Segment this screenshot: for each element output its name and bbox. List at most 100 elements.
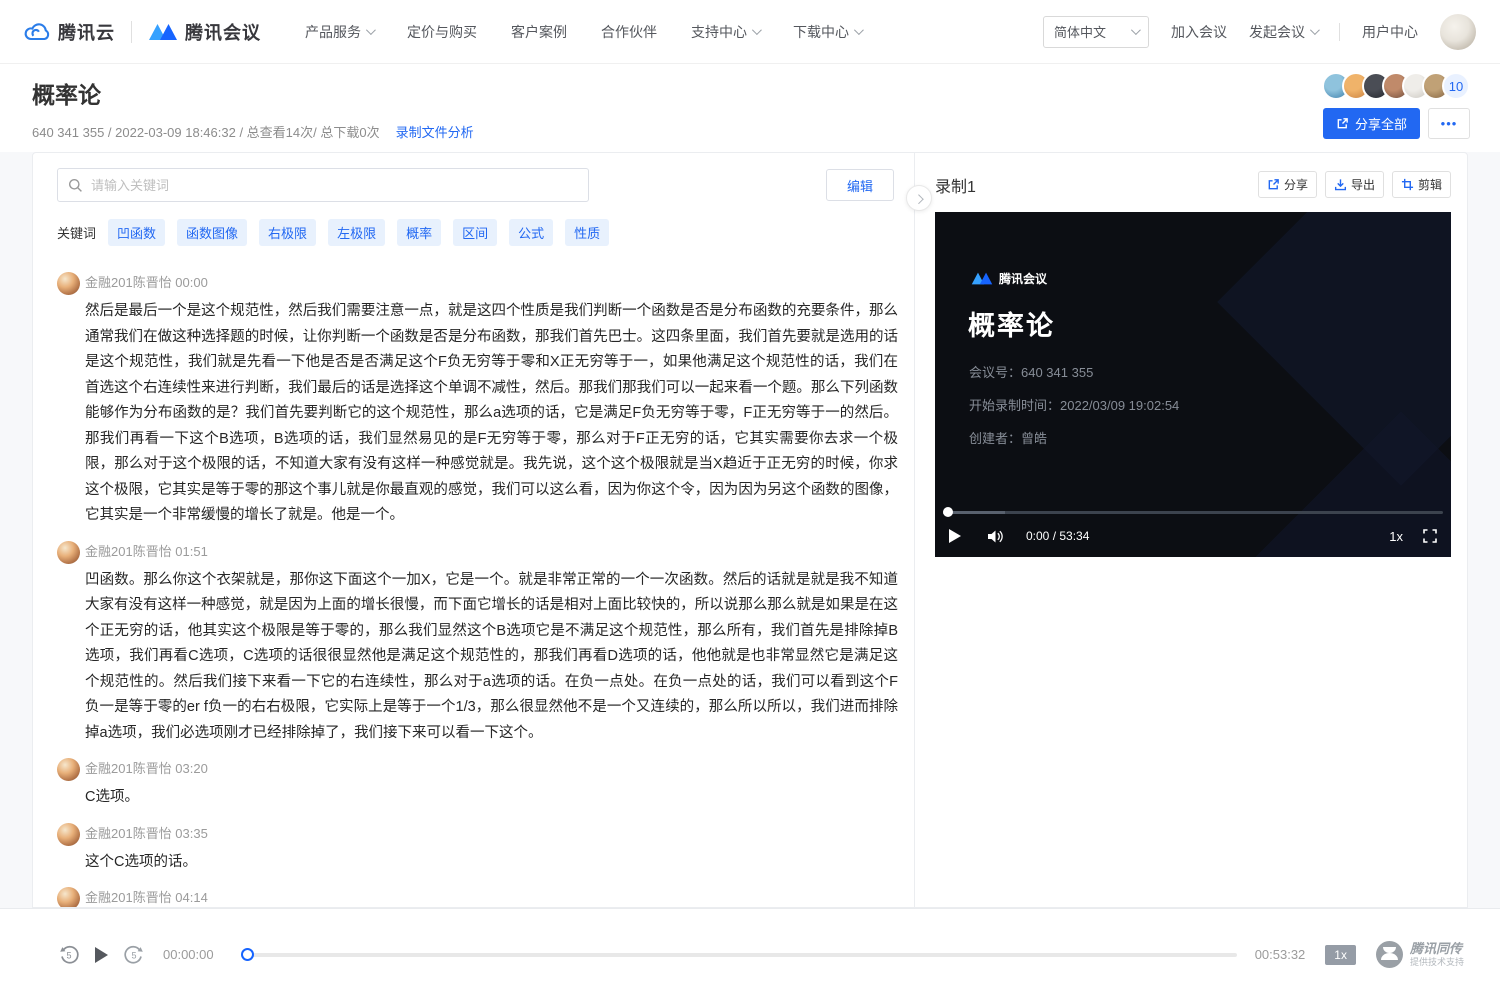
- nav-menu-item-label: 定价与购买: [407, 22, 477, 42]
- transcript-text: C选项。: [85, 785, 898, 811]
- video-progress-handle[interactable]: [943, 507, 953, 517]
- page: 腾讯云 腾讯会议 产品服务定价与购买客户案例合作伙伴支持中心下载中心 简体中文 …: [0, 0, 1500, 1000]
- edit-keywords-button[interactable]: 编辑: [826, 169, 894, 201]
- share-all-button[interactable]: 分享全部: [1323, 108, 1420, 139]
- rewind-5-icon[interactable]: 5: [58, 944, 80, 966]
- video-meta-line: 会议号：640 341 355: [969, 362, 1179, 381]
- nav-menu-item[interactable]: 下载中心: [793, 22, 861, 42]
- keyword-tag[interactable]: 右极限: [259, 219, 316, 246]
- player-progress-handle[interactable]: [241, 948, 254, 961]
- keyword-tag[interactable]: 概率: [397, 219, 441, 246]
- clip-icon: [1401, 178, 1414, 191]
- nav-menu-item-label: 支持中心: [691, 22, 747, 42]
- start-meeting-link[interactable]: 发起会议: [1249, 22, 1317, 42]
- share-button[interactable]: 分享: [1258, 171, 1317, 198]
- page-header: 概率论 640 341 355 / 2022-03-09 18:46:32 / …: [0, 64, 1500, 152]
- video-time-display: 0:00 / 53:34: [1026, 529, 1089, 543]
- recording-meta-text: 640 341 355 / 2022-03-09 18:46:32 / 总查看1…: [32, 122, 380, 141]
- keyword-tag[interactable]: 凹函数: [108, 219, 165, 246]
- viewer-avatar-stack[interactable]: 10: [1322, 72, 1470, 100]
- player-speed-button[interactable]: 1x: [1325, 945, 1356, 965]
- brand-name: 腾讯同传: [1410, 942, 1464, 957]
- header-right-group: 10 分享全部 •••: [1322, 72, 1470, 139]
- transcript-entry[interactable]: 金融201陈晋怡 00:00 然后是最后一个是这个规范性，然后我们需要注意一点，就…: [57, 271, 898, 529]
- join-meeting-link[interactable]: 加入会议: [1171, 22, 1227, 42]
- tencent-cloud-logo[interactable]: 腾讯云: [24, 19, 115, 45]
- video-progress-track[interactable]: [943, 511, 1443, 514]
- transcript-text: 凹函数。那么你这个衣架就是，那你这下面这个一加X，它是一个。就是非常正常的一个一…: [85, 568, 898, 747]
- tencent-meeting-logo-text: 腾讯会议: [185, 19, 261, 45]
- search-box[interactable]: [57, 168, 589, 202]
- transcript-entry[interactable]: 金融201陈晋怡 03:35这个C选项的话。: [57, 822, 898, 876]
- player-progress-track[interactable]: [241, 953, 1237, 957]
- tencent-cloud-icon: [24, 21, 51, 43]
- language-select[interactable]: 简体中文: [1043, 16, 1149, 48]
- search-input[interactable]: [91, 178, 578, 193]
- recording-action-buttons: 分享 导出剪辑: [1258, 171, 1451, 198]
- video-progress-bar[interactable]: [943, 507, 1443, 517]
- nav-menu-item[interactable]: 合作伙伴: [601, 22, 657, 42]
- more-options-button[interactable]: •••: [1428, 108, 1470, 139]
- brand-subtitle: 提供技术支持: [1410, 957, 1464, 967]
- tencent-meeting-icon: [971, 271, 993, 286]
- nav-menu-item[interactable]: 支持中心: [691, 22, 759, 42]
- page-title: 概率论: [32, 76, 1468, 110]
- video-play-button[interactable]: [949, 529, 961, 543]
- video-meta-line: 创建者：曾皓: [969, 428, 1179, 447]
- keyword-tag[interactable]: 性质: [565, 219, 609, 246]
- tencent-cloud-logo-text: 腾讯云: [58, 19, 115, 45]
- video-brand-text: 腾讯会议: [999, 270, 1047, 287]
- video-player[interactable]: 腾讯会议 概率论 会议号：640 341 355开始录制时间：2022/03/0…: [935, 212, 1451, 557]
- user-center-link[interactable]: 用户中心: [1362, 22, 1418, 42]
- video-controls: 0:00 / 53:34 1x: [949, 523, 1437, 549]
- tencent-simultaneous-logo-icon: [1376, 941, 1403, 968]
- player-current-time: 00:00:00: [163, 947, 225, 962]
- video-speed-button[interactable]: 1x: [1389, 529, 1403, 544]
- play-button[interactable]: [95, 947, 108, 963]
- language-select-value: 简体中文: [1054, 22, 1106, 41]
- speaker-name-time: 金融201陈晋怡 00:00: [85, 271, 898, 295]
- video-meta: 会议号：640 341 355 开始录制时间：2022/03/09 19:02:5…: [969, 362, 1179, 461]
- avatar-count-badge: 10: [1442, 72, 1470, 100]
- chevron-down-icon: [366, 25, 376, 35]
- forward-5-icon[interactable]: 5: [123, 944, 145, 966]
- start-meeting-label: 发起会议: [1249, 22, 1305, 42]
- logo-group: 腾讯云 腾讯会议: [24, 19, 261, 45]
- tencent-meeting-logo[interactable]: 腾讯会议: [148, 19, 261, 45]
- user-avatar[interactable]: [1440, 14, 1476, 50]
- tencent-simultaneous-text: 腾讯同传 提供技术支持: [1410, 942, 1464, 967]
- panel-collapse-button[interactable]: [906, 185, 932, 211]
- nav-menu-item[interactable]: 定价与购买: [407, 22, 477, 42]
- share-all-label: 分享全部: [1355, 114, 1407, 133]
- recording-title: 录制1: [935, 173, 976, 197]
- speaker-avatar: [57, 823, 80, 846]
- keyword-tag[interactable]: 左极限: [328, 219, 385, 246]
- transcript-entry[interactable]: 金融201陈晋怡 01:51凹函数。那么你这个衣架就是，那你这下面这个一加X，它…: [57, 540, 898, 747]
- video-meta-line: 开始录制时间：2022/03/09 19:02:54: [969, 395, 1179, 414]
- share-icon: [1336, 117, 1349, 130]
- keyword-tag[interactable]: 函数图像: [177, 219, 247, 246]
- keyword-tag[interactable]: 公式: [509, 219, 553, 246]
- share-icon: [1267, 178, 1280, 191]
- transcript-entry[interactable]: 金融201陈晋怡 04:14Sorry，大家这题我还是没有很准备好，这样，我们下…: [57, 886, 898, 907]
- chevron-down-icon: [1131, 25, 1141, 35]
- export-button[interactable]: 导出: [1325, 171, 1384, 198]
- nav-menu-item[interactable]: 客户案例: [511, 22, 567, 42]
- nav-menu: 产品服务 定价与购买 客户案例 合作伙伴 支持中心 下载中心: [305, 22, 861, 42]
- share-label: 分享: [1284, 176, 1308, 193]
- transcript-text: 然后是最后一个是这个规范性，然后我们需要注意一点，就是这四个性质是我们判断一个函…: [85, 299, 898, 529]
- recording-analysis-link[interactable]: 录制文件分析: [396, 122, 474, 141]
- recording-header: 录制1 分享 导出剪辑: [935, 171, 1451, 198]
- player-progress-slider[interactable]: [241, 948, 1237, 962]
- export-label: 导出: [1351, 176, 1375, 193]
- fullscreen-icon[interactable]: [1423, 529, 1437, 543]
- keywords-label: 关键词: [57, 223, 96, 242]
- transcript-list[interactable]: 金融201陈晋怡 00:00 然后是最后一个是这个规范性，然后我们需要注意一点，就…: [57, 257, 898, 907]
- keywords-row: 关键词 凹函数函数图像右极限左极限概率区间公式性质: [33, 202, 914, 246]
- transcript-text: 这个C选项的话。: [85, 850, 898, 876]
- keyword-tag[interactable]: 区间: [453, 219, 497, 246]
- transcript-entry[interactable]: 金融201陈晋怡 03:20C选项。: [57, 757, 898, 811]
- volume-icon[interactable]: [987, 529, 1004, 544]
- nav-menu-item[interactable]: 产品服务: [305, 22, 373, 42]
- clip-button[interactable]: 剪辑: [1392, 171, 1451, 198]
